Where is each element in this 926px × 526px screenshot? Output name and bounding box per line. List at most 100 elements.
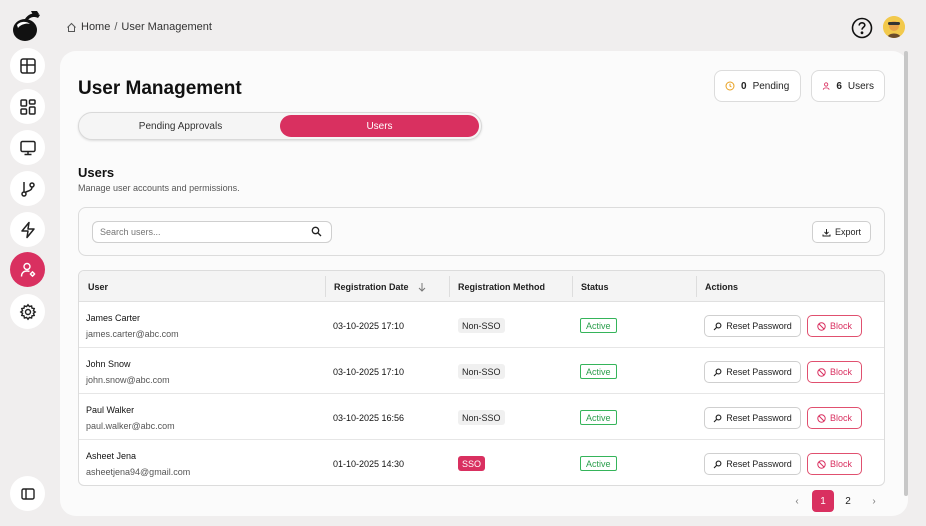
grid-icon xyxy=(19,98,36,115)
page-title: User Management xyxy=(78,78,242,99)
breadcrumb-current: User Management xyxy=(121,21,212,33)
sidebar-item-table[interactable] xyxy=(10,48,45,83)
registration-date: 03-10-2025 17:10 xyxy=(333,321,405,331)
download-icon xyxy=(822,228,831,236)
table-header: User Registration Date Registration Meth… xyxy=(79,271,884,302)
pending-count: 0 xyxy=(741,80,747,92)
view-toggle: Pending Approvals Users xyxy=(78,112,482,140)
sidebar-panel-icon xyxy=(20,487,35,500)
header-status: Status xyxy=(581,281,609,292)
users-count-badge[interactable]: 6 Users xyxy=(811,70,885,102)
search-input[interactable] xyxy=(92,221,332,243)
table-row: John Snow john.snow@abc.com 03-10-2025 1… xyxy=(79,348,884,394)
help-icon[interactable] xyxy=(851,17,873,39)
block-button[interactable]: Block xyxy=(807,453,862,475)
sidebar-item-monitor[interactable] xyxy=(10,130,45,165)
registration-date: 03-10-2025 16:56 xyxy=(333,413,405,423)
avatar-image xyxy=(883,16,905,38)
pagination-prev-button[interactable]: ‹ xyxy=(790,490,804,512)
sidebar-item-user-management[interactable] xyxy=(10,252,45,287)
block-icon xyxy=(817,367,826,377)
reset-password-label: Reset Password xyxy=(726,321,792,331)
user-email: james.carter@abc.com xyxy=(86,329,179,339)
block-label: Block xyxy=(829,321,852,331)
user-name: John Snow xyxy=(86,359,131,369)
reset-password-label: Reset Password xyxy=(726,459,792,469)
arrow-down-icon xyxy=(418,282,425,292)
avatar[interactable] xyxy=(883,16,905,38)
reset-password-label: Reset Password xyxy=(726,413,792,423)
status-badge: Active xyxy=(580,410,617,425)
users-label: Users xyxy=(847,80,874,92)
block-icon xyxy=(817,413,826,423)
sidebar-item-dashboard[interactable] xyxy=(10,89,45,124)
section-title: Users xyxy=(78,165,115,180)
block-button[interactable]: Block xyxy=(807,315,862,337)
header-actions: Actions xyxy=(705,281,739,292)
pending-label: Pending xyxy=(752,80,790,92)
reset-password-button[interactable]: Reset Password xyxy=(704,407,801,429)
home-icon[interactable] xyxy=(66,22,77,33)
registration-method-badge: SSO xyxy=(458,456,486,471)
reset-password-button[interactable]: Reset Password xyxy=(704,361,801,383)
user-name: Paul Walker xyxy=(86,405,135,415)
block-label: Block xyxy=(829,413,852,423)
block-label: Block xyxy=(829,367,852,377)
users-table: User Registration Date Registration Meth… xyxy=(78,270,885,486)
table-icon xyxy=(19,57,36,74)
key-search-icon xyxy=(713,460,722,468)
breadcrumb-separator: / xyxy=(114,21,118,33)
key-search-icon xyxy=(713,414,722,422)
clock-icon xyxy=(725,81,735,91)
scrollbar[interactable] xyxy=(904,51,908,496)
block-label: Block xyxy=(829,459,852,469)
sidebar-item-workflow[interactable] xyxy=(10,171,45,206)
registration-method-badge: Non-SSO xyxy=(458,364,505,379)
header-registration-method: Registration Method xyxy=(458,281,545,292)
table-row: James Carter james.carter@abc.com 03-10-… xyxy=(79,302,884,348)
pending-count-badge[interactable]: 0 Pending xyxy=(714,70,801,102)
status-badge: Active xyxy=(580,364,617,379)
sidebar-toggle-button[interactable] xyxy=(10,476,45,511)
git-branch-icon xyxy=(20,181,35,197)
main-panel: User Management 0 Pending 6 Users Pendin… xyxy=(60,51,908,516)
registration-method-badge: Non-SSO xyxy=(458,410,505,425)
user-email: john.snow@abc.com xyxy=(86,375,170,385)
user-settings-icon xyxy=(20,262,35,277)
registration-method-badge: Non-SSO xyxy=(458,318,505,333)
app-logo-icon[interactable] xyxy=(11,9,43,43)
table-row: Asheet Jena asheetjena94@gmail.com 01-10… xyxy=(79,440,884,485)
search-icon[interactable] xyxy=(311,226,322,237)
key-search-icon xyxy=(713,322,722,330)
sidebar-item-automation[interactable] xyxy=(10,212,45,247)
table-toolbar: Export xyxy=(78,207,885,256)
key-search-icon xyxy=(713,368,722,376)
sidebar-item-settings[interactable] xyxy=(10,294,45,329)
header-user: User xyxy=(88,281,109,292)
reset-password-button[interactable]: Reset Password xyxy=(704,315,801,337)
user-icon xyxy=(822,82,830,90)
lightning-icon xyxy=(20,221,35,238)
block-button[interactable]: Block xyxy=(807,407,862,429)
gear-icon xyxy=(19,303,36,320)
block-button[interactable]: Block xyxy=(807,361,862,383)
section-subtitle: Manage user accounts and permissions. xyxy=(78,183,240,193)
status-badge: Active xyxy=(580,456,617,471)
table-row: Paul Walker paul.walker@abc.com 03-10-20… xyxy=(79,394,884,440)
pagination-page-1[interactable]: 1 xyxy=(812,490,834,512)
breadcrumb-home[interactable]: Home xyxy=(81,21,110,33)
header-registration-date-label: Registration Date xyxy=(334,281,409,292)
pagination-next-button[interactable]: › xyxy=(867,490,881,512)
tab-pending-approvals[interactable]: Pending Approvals xyxy=(81,115,280,137)
pagination-page-2[interactable]: 2 xyxy=(837,490,859,512)
export-button[interactable]: Export xyxy=(812,221,871,243)
sidebar xyxy=(0,0,56,526)
breadcrumb: Home / User Management xyxy=(66,21,212,33)
tab-users[interactable]: Users xyxy=(280,115,479,137)
reset-password-label: Reset Password xyxy=(726,367,792,377)
registration-date: 01-10-2025 14:30 xyxy=(333,459,405,469)
reset-password-button[interactable]: Reset Password xyxy=(704,453,801,475)
monitor-icon xyxy=(19,140,36,155)
header-registration-date[interactable]: Registration Date xyxy=(334,271,427,302)
registration-date: 03-10-2025 17:10 xyxy=(333,367,405,377)
